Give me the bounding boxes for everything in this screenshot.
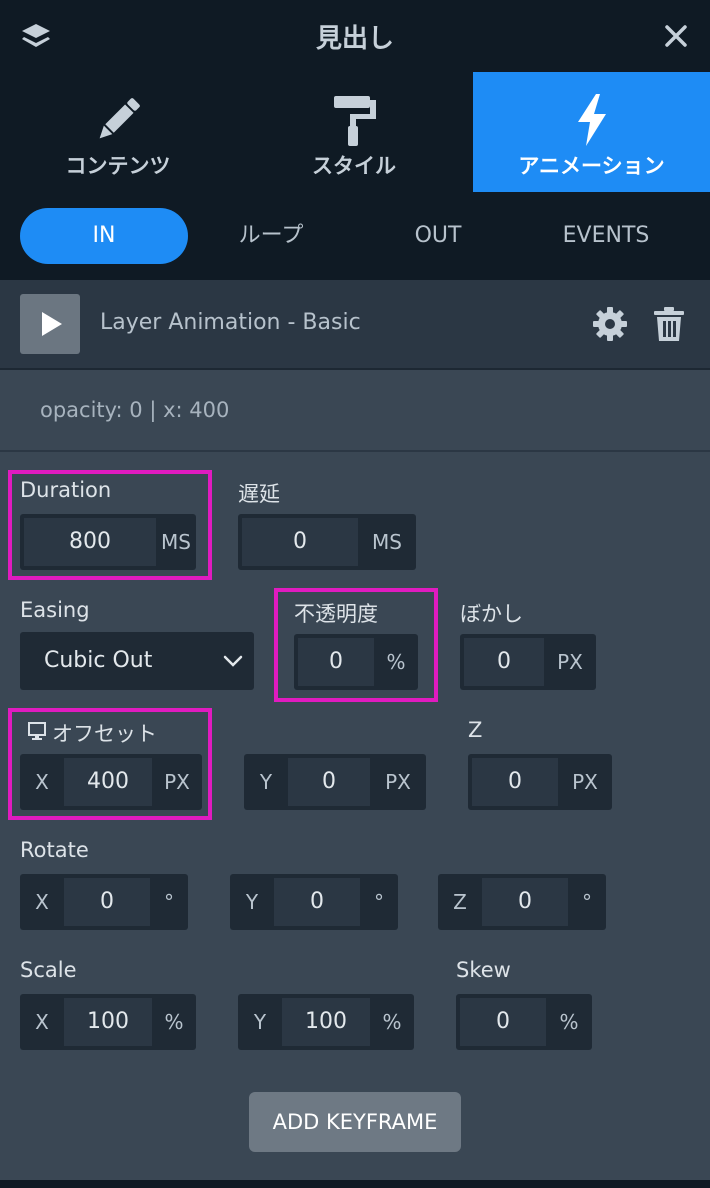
rotate-z-input[interactable]: 0 bbox=[482, 878, 568, 926]
paint-roller-icon bbox=[334, 96, 376, 146]
scale-label: Scale bbox=[20, 958, 77, 982]
easing-value: Cubic Out bbox=[44, 648, 153, 673]
rotate-z-unit: ° bbox=[582, 890, 592, 914]
offset-y-field[interactable]: Y 0 PX bbox=[244, 754, 426, 810]
scale-y-axis: Y bbox=[253, 1010, 267, 1034]
rotate-y-unit: ° bbox=[374, 890, 384, 914]
blur-label: ぼかし bbox=[460, 602, 523, 626]
z-unit: PX bbox=[572, 770, 598, 794]
highlight-box bbox=[8, 470, 212, 580]
offset-y-axis: Y bbox=[259, 770, 273, 794]
rotate-x-field[interactable]: X 0 ° bbox=[20, 874, 188, 930]
offset-y-input[interactable]: 0 bbox=[288, 758, 370, 806]
subtab-loop[interactable]: ループ bbox=[187, 208, 355, 264]
tab-content[interactable]: コンテンツ bbox=[0, 72, 236, 192]
delay-input[interactable]: 0 bbox=[242, 518, 358, 566]
rotate-y-axis: Y bbox=[245, 890, 259, 914]
blur-field[interactable]: 0 PX bbox=[460, 634, 596, 690]
pencil-icon bbox=[99, 98, 140, 139]
layer-animation-row: Layer Animation - Basic bbox=[0, 280, 710, 370]
scale-x-input[interactable]: 100 bbox=[64, 998, 152, 1046]
bottom-bar bbox=[0, 1180, 710, 1188]
close-icon[interactable] bbox=[664, 24, 688, 48]
tab-animation[interactable]: アニメーション bbox=[473, 72, 710, 192]
animation-summary: opacity: 0 | x: 400 bbox=[0, 370, 710, 452]
skew-unit: % bbox=[559, 1010, 579, 1034]
tab-label: アニメーション bbox=[518, 154, 665, 178]
rotate-y-input[interactable]: 0 bbox=[274, 878, 360, 926]
layer-animation-name: Layer Animation - Basic bbox=[100, 310, 361, 335]
subtab-events[interactable]: EVENTS bbox=[522, 208, 690, 264]
skew-label: Skew bbox=[456, 958, 511, 982]
scale-x-field[interactable]: X 100 % bbox=[20, 994, 196, 1050]
rotate-z-axis: Z bbox=[453, 890, 467, 914]
subtab-out[interactable]: OUT bbox=[354, 208, 522, 264]
easing-select[interactable]: Cubic Out bbox=[20, 632, 254, 690]
trash-icon[interactable] bbox=[652, 306, 686, 342]
z-field[interactable]: 0 PX bbox=[468, 754, 612, 810]
chevron-down-icon bbox=[223, 655, 243, 667]
delay-label: 遅延 bbox=[238, 482, 280, 506]
highlight-box bbox=[8, 708, 212, 820]
rotate-y-field[interactable]: Y 0 ° bbox=[230, 874, 398, 930]
tab-label: コンテンツ bbox=[65, 154, 171, 178]
scale-y-field[interactable]: Y 100 % bbox=[238, 994, 414, 1050]
highlight-box bbox=[274, 588, 438, 702]
main-tabs: コンテンツ スタイル アニメーション bbox=[0, 72, 710, 192]
panel-title: 見出し bbox=[315, 24, 394, 54]
scale-y-input[interactable]: 100 bbox=[282, 998, 370, 1046]
delay-field[interactable]: 0 MS bbox=[238, 514, 416, 570]
add-keyframe-button[interactable]: ADD KEYFRAME bbox=[249, 1092, 461, 1152]
blur-input[interactable]: 0 bbox=[464, 638, 544, 686]
rotate-x-unit: ° bbox=[164, 890, 174, 914]
scale-y-unit: % bbox=[382, 1010, 402, 1034]
rotate-x-input[interactable]: 0 bbox=[64, 878, 150, 926]
skew-field[interactable]: 0 % bbox=[456, 994, 592, 1050]
lightning-icon bbox=[577, 94, 606, 146]
rotate-label: Rotate bbox=[20, 838, 89, 862]
tab-style[interactable]: スタイル bbox=[236, 72, 472, 192]
play-button[interactable] bbox=[20, 294, 80, 354]
animation-subtabs: IN ループ OUT EVENTS bbox=[0, 192, 710, 280]
play-icon bbox=[42, 312, 62, 336]
rotate-x-axis: X bbox=[35, 890, 49, 914]
offset-y-unit: PX bbox=[385, 770, 411, 794]
subtab-in[interactable]: IN bbox=[20, 208, 188, 264]
rotate-z-field[interactable]: Z 0 ° bbox=[438, 874, 606, 930]
blur-unit: PX bbox=[557, 650, 583, 674]
panel-header: 見出し bbox=[0, 0, 710, 72]
z-label: Z bbox=[468, 718, 483, 742]
easing-label: Easing bbox=[20, 598, 90, 622]
scale-x-unit: % bbox=[164, 1010, 184, 1034]
gear-icon[interactable] bbox=[592, 306, 628, 342]
tab-label: スタイル bbox=[312, 154, 396, 178]
delay-unit: MS bbox=[372, 530, 402, 554]
summary-text: opacity: 0 | x: 400 bbox=[40, 398, 230, 422]
skew-input[interactable]: 0 bbox=[460, 998, 546, 1046]
z-input[interactable]: 0 bbox=[472, 758, 558, 806]
scale-x-axis: X bbox=[35, 1010, 49, 1034]
